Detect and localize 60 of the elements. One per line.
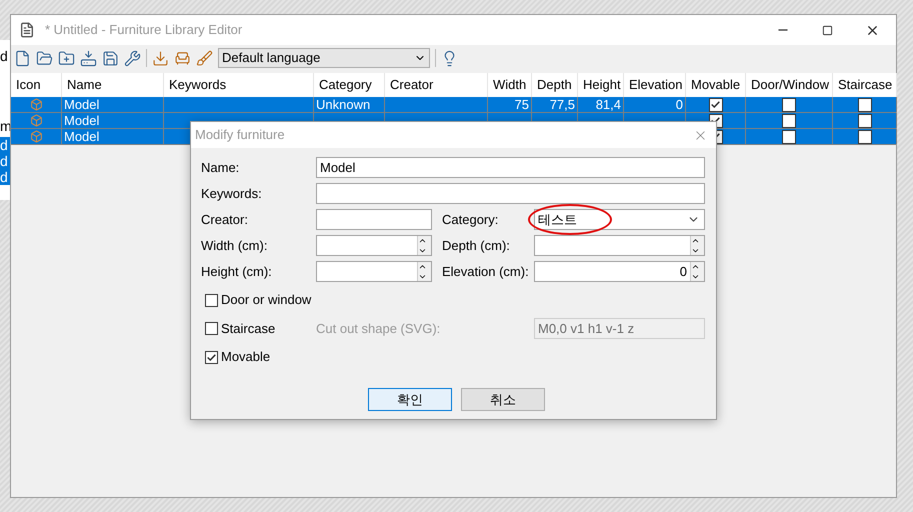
table-cell: 77,5 [532,97,578,112]
open-folder-icon[interactable] [36,50,53,66]
add-folder-icon[interactable] [58,50,75,66]
table-cell: 0 [624,97,686,112]
checkbox[interactable] [205,322,218,335]
checkbox[interactable] [205,294,218,306]
app-icon [19,22,35,38]
checkbox[interactable] [782,130,796,144]
checkbox[interactable] [782,98,796,112]
checkbox[interactable] [782,114,796,128]
table-cell: Model [62,113,164,128]
download-icon[interactable] [152,50,169,66]
maximize-icon[interactable] [822,24,833,36]
table-cell: Unknown [314,97,385,112]
text-field[interactable]: Model [316,157,705,178]
table-cell: Model [62,97,164,112]
field-label: Category: [442,210,500,229]
category-dropdown[interactable]: 테스트 [534,209,705,230]
spinner-arrows[interactable] [690,262,704,281]
checkbox[interactable] [858,98,872,112]
table-cell: 81,4 [578,97,624,112]
checkbox-label: Door or window [221,291,312,310]
furniture-thumbnail-icon [30,114,42,127]
chair-icon[interactable] [174,50,191,66]
cut-off-text: d [0,48,9,64]
table-cell: 75 [488,97,532,112]
text-field[interactable] [316,183,705,204]
furniture-thumbnail-icon [30,130,42,143]
save-icon[interactable] [102,50,119,66]
field-label: Depth (cm): [442,236,511,255]
spinner-arrows[interactable] [417,236,431,255]
spinner-arrows[interactable] [417,262,431,281]
text-field[interactable] [316,209,432,230]
dialog-title: Modify furniture [195,126,286,144]
field-label: Creator: [201,210,249,229]
window-title: * Untitled - Furniture Library Editor [45,21,242,40]
tools-icon[interactable] [124,50,141,66]
import-icon[interactable] [80,50,97,66]
dialog-button[interactable]: 확인 [368,388,452,411]
new-file-icon[interactable] [14,50,31,66]
field-label: Width (cm): [201,236,268,255]
field-label: Cut out shape (SVG): [316,320,442,338]
field-label: Elevation (cm): [442,262,530,281]
checkbox-label: Staircase [221,320,276,338]
number-spinner[interactable]: 0 [534,261,705,282]
check-icon [207,354,216,360]
field-label: Height (cm): [201,262,273,281]
furniture-thumbnail-icon [30,98,42,111]
checkbox[interactable] [858,114,872,128]
table-row[interactable]: Model Unknown 75 77,5 81,4 0 [11,97,896,113]
checkbox[interactable] [858,130,872,144]
field-label: Keywords: [201,184,263,203]
language-dropdown[interactable]: Default language [218,48,430,68]
checkbox[interactable] [708,98,722,112]
spinner-arrows[interactable] [690,236,704,255]
field-label: Name: [201,158,240,177]
checkbox-label: Movable [221,348,270,366]
checkbox[interactable] [205,350,218,364]
dialog-button[interactable]: 취소 [461,388,545,411]
table-cell: Model [62,129,164,144]
